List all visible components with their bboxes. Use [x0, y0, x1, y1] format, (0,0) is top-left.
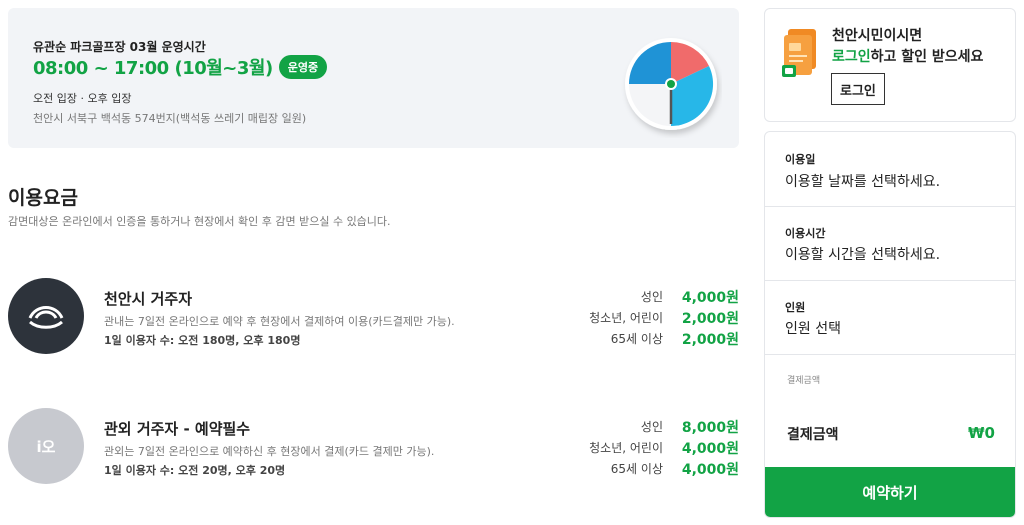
group-note: 관내는 7일전 온라인으로 예약 후 현장에서 결제하여 이용(카드결제만 가능…: [104, 315, 455, 328]
hours-address: 천안시 서북구 백석동 574번지(백석동 쓰레기 매립장 일원): [33, 112, 307, 125]
hours-time: 08:00 ~ 17:00 (10월~3월): [33, 58, 273, 79]
price-value: 8,000원: [681, 419, 739, 436]
price-label: 성인: [640, 420, 663, 434]
group-capacity: 1일 이용자 수: 오전 20명, 오후 20명: [104, 464, 286, 477]
avatar: [8, 278, 84, 354]
people-value: 인원 선택: [785, 321, 841, 337]
fee-group-resident: 천안시 거주자 관내는 7일전 온라인으로 예약 후 현장에서 결제하여 이용(…: [8, 278, 739, 358]
login-button[interactable]: 로그인: [831, 73, 885, 105]
status-badge: 운영중: [278, 55, 328, 79]
fee-group-nonresident: i오 관외 거주자 - 예약필수 관외는 7일전 온라인으로 예약하신 후 현장…: [8, 408, 739, 488]
price-row: 65세 이상 4,000원: [559, 458, 739, 479]
payment-amount: ₩0: [968, 424, 995, 442]
price-label: 65세 이상: [610, 332, 663, 346]
people-selector[interactable]: 인원 인원 선택: [765, 281, 1015, 355]
login-promo-line1: 천안시민이시면: [832, 28, 923, 44]
time-selector[interactable]: 이용시간 이용할 시간을 선택하세요.: [765, 207, 1015, 281]
price-table: 성인 4,000원 청소년, 어린이 2,000원 65세 이상 2,000원: [559, 286, 739, 349]
payment-label: 결제금액: [787, 427, 839, 443]
price-label: 65세 이상: [610, 462, 663, 476]
price-value: 2,000원: [681, 310, 739, 327]
price-row: 청소년, 어린이 2,000원: [559, 307, 739, 328]
price-label: 청소년, 어린이: [589, 441, 663, 455]
login-promo-accent: 로그인: [832, 49, 871, 65]
time-value: 이용할 시간을 선택하세요.: [785, 247, 941, 263]
cheonan-logo-icon: [28, 306, 64, 329]
hours-entry: 오전 입장 · 오후 입장: [33, 92, 132, 105]
payment-small-label: 결제금액: [787, 376, 821, 386]
login-promo-line2: 로그인하고 할인 받으세요: [832, 46, 983, 66]
price-value: 2,000원: [681, 331, 739, 348]
people-label: 인원: [785, 301, 806, 314]
group-note: 관외는 7일전 온라인으로 예약하신 후 현장에서 결제(카드 결제만 가능).: [104, 445, 435, 458]
date-label: 이용일: [785, 153, 816, 166]
fees-description: 감면대상은 온라인에서 인증을 통하거나 현장에서 확인 후 감면 받으실 수 …: [8, 215, 391, 228]
group-capacity: 1일 이용자 수: 오전 180명, 오후 180명: [104, 334, 301, 347]
price-value: 4,000원: [681, 440, 739, 457]
date-selector[interactable]: 이용일 이용할 날짜를 선택하세요.: [765, 132, 1015, 207]
avatar-glyph: i오: [36, 437, 56, 456]
clock-icon: [625, 38, 717, 130]
hours-time-row: 08:00 ~ 17:00 (10월~3월) 운영중: [33, 54, 328, 80]
operating-hours-card: 유관순 파크골프장 03월 운영시간 08:00 ~ 17:00 (10월~3월…: [8, 8, 739, 148]
fees-title: 이용요금: [8, 187, 78, 209]
booking-panel: 이용일 이용할 날짜를 선택하세요. 이용시간 이용할 시간을 선택하세요. 인…: [764, 131, 1016, 518]
login-promo-card: 천안시민이시면 로그인하고 할인 받으세요 로그인: [764, 8, 1016, 122]
citizen-card-icon: [782, 29, 816, 77]
price-label: 성인: [640, 290, 663, 304]
price-value: 4,000원: [681, 289, 739, 306]
price-value: 4,000원: [681, 461, 739, 478]
hours-title: 유관순 파크골프장 03월 운영시간: [33, 40, 206, 54]
price-row: 65세 이상 2,000원: [559, 328, 739, 349]
reserve-button[interactable]: 예약하기: [765, 467, 1015, 517]
group-name: 관외 거주자 - 예약필수: [104, 420, 251, 438]
time-label: 이용시간: [785, 227, 826, 240]
avatar: i오: [8, 408, 84, 484]
page: 유관순 파크골프장 03월 운영시간 08:00 ~ 17:00 (10월~3월…: [0, 0, 1024, 525]
price-row: 성인 8,000원: [559, 416, 739, 437]
group-name: 천안시 거주자: [104, 290, 193, 308]
price-table: 성인 8,000원 청소년, 어린이 4,000원 65세 이상 4,000원: [559, 416, 739, 479]
price-label: 청소년, 어린이: [589, 311, 663, 325]
login-promo-rest: 하고 할인 받으세요: [870, 49, 984, 65]
date-value: 이용할 날짜를 선택하세요.: [785, 174, 941, 190]
price-row: 성인 4,000원: [559, 286, 739, 307]
price-row: 청소년, 어린이 4,000원: [559, 437, 739, 458]
